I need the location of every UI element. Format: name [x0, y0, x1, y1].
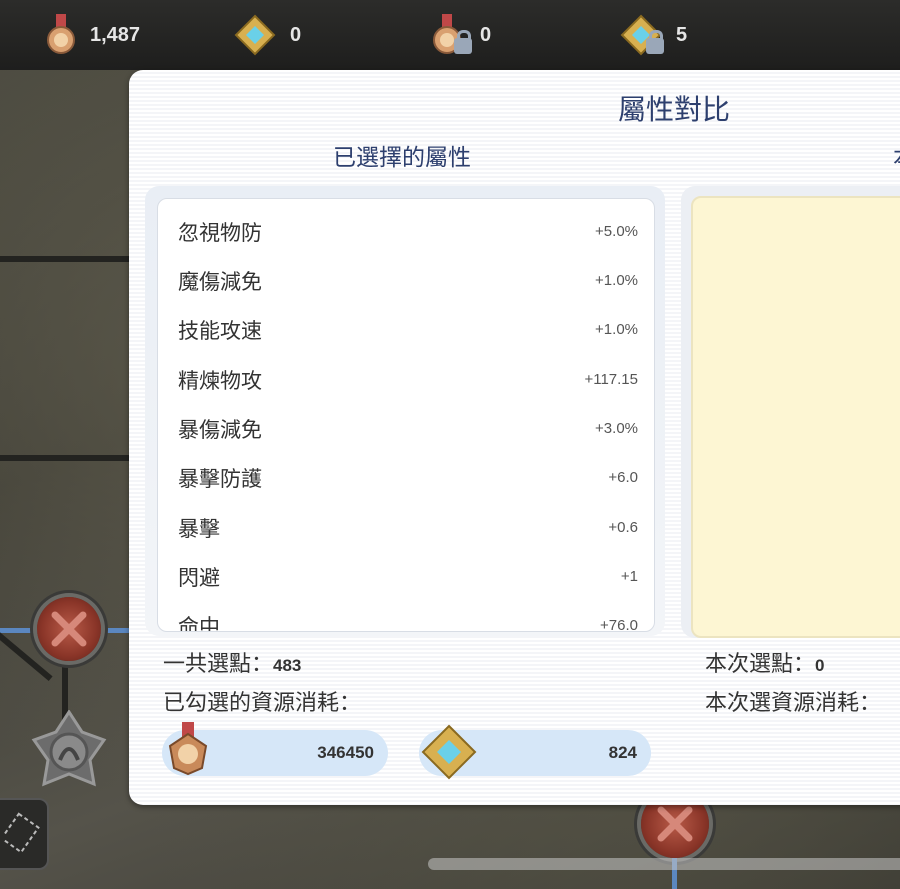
list-item: 閃避 +1	[178, 566, 638, 590]
medal-count: 1,487	[90, 23, 141, 46]
map-path	[0, 256, 130, 262]
map-path	[0, 455, 130, 461]
total-points-value: 483	[273, 656, 302, 675]
this-selection-list[interactable]	[691, 196, 900, 638]
panel-title: 屬性對比	[617, 93, 730, 126]
resource-locked-medal: 0	[432, 12, 491, 58]
gold-gem-icon	[234, 14, 276, 56]
gem-count: 0	[290, 23, 302, 46]
resource-locked-gem: 5	[620, 12, 687, 58]
cost-gem-value: 824	[608, 743, 637, 762]
gold-gem-icon	[421, 724, 477, 780]
list-item: 魔傷減免 +1.0%	[178, 270, 638, 294]
cost-medal-pill: 346450	[162, 722, 388, 776]
list-item: 忽視物防 +5.0%	[178, 221, 638, 245]
skill-node-locked[interactable]	[30, 709, 108, 790]
list-item: 精煉物攻 +117.15	[178, 369, 638, 393]
total-points: 一共選點：483	[163, 652, 302, 677]
dotted-select-icon	[4, 812, 40, 854]
list-item: 暴擊 +0.6	[178, 517, 638, 541]
list-item: 命中 +76.0	[178, 615, 638, 632]
resource-medal: 1,487	[46, 12, 140, 58]
medal-icon	[47, 14, 75, 54]
skill-node-sword[interactable]	[37, 597, 101, 661]
lock-icon	[454, 30, 472, 54]
locked-medal-count: 0	[480, 23, 492, 46]
this-cost-label: 本次選資源消耗：	[705, 691, 882, 716]
gray-emblem-icon	[31, 709, 107, 787]
list-item: 暴擊防護 +6.0	[178, 467, 638, 491]
this-selection-title: 本	[893, 138, 900, 172]
cost-medal-value: 346450	[317, 743, 374, 762]
locked-gem-count: 5	[676, 23, 688, 46]
resource-bar: 1,487 0 0 5	[0, 0, 900, 70]
this-points: 本次選點：0	[705, 652, 825, 677]
crossed-swords-icon	[51, 611, 87, 647]
medal-icon	[168, 722, 208, 776]
horizontal-scrollbar[interactable]	[428, 858, 900, 870]
selected-attributes-title: 已選擇的屬性	[333, 145, 471, 171]
list-item: 暴傷減免 +3.0%	[178, 418, 638, 442]
resource-gem: 0	[234, 12, 301, 58]
cost-gem-pill: 824	[419, 724, 651, 780]
attribute-list[interactable]: 忽視物防 +5.0% 魔傷減免 +1.0% 技能攻速 +1.0% 精煉物攻 +117.1…	[157, 198, 655, 632]
lock-icon	[646, 30, 664, 54]
attribute-compare-panel: 屬性對比 已選擇的屬性 本 忽視物防+5.0% 魔傷減免+1.0% 技能攻速+1…	[129, 70, 900, 805]
list-item: 技能攻速 +1.0%	[178, 319, 638, 343]
select-area-button[interactable]	[0, 798, 49, 870]
selected-cost-label: 已勾選的資源消耗：	[163, 691, 362, 716]
this-points-value: 0	[815, 656, 825, 675]
